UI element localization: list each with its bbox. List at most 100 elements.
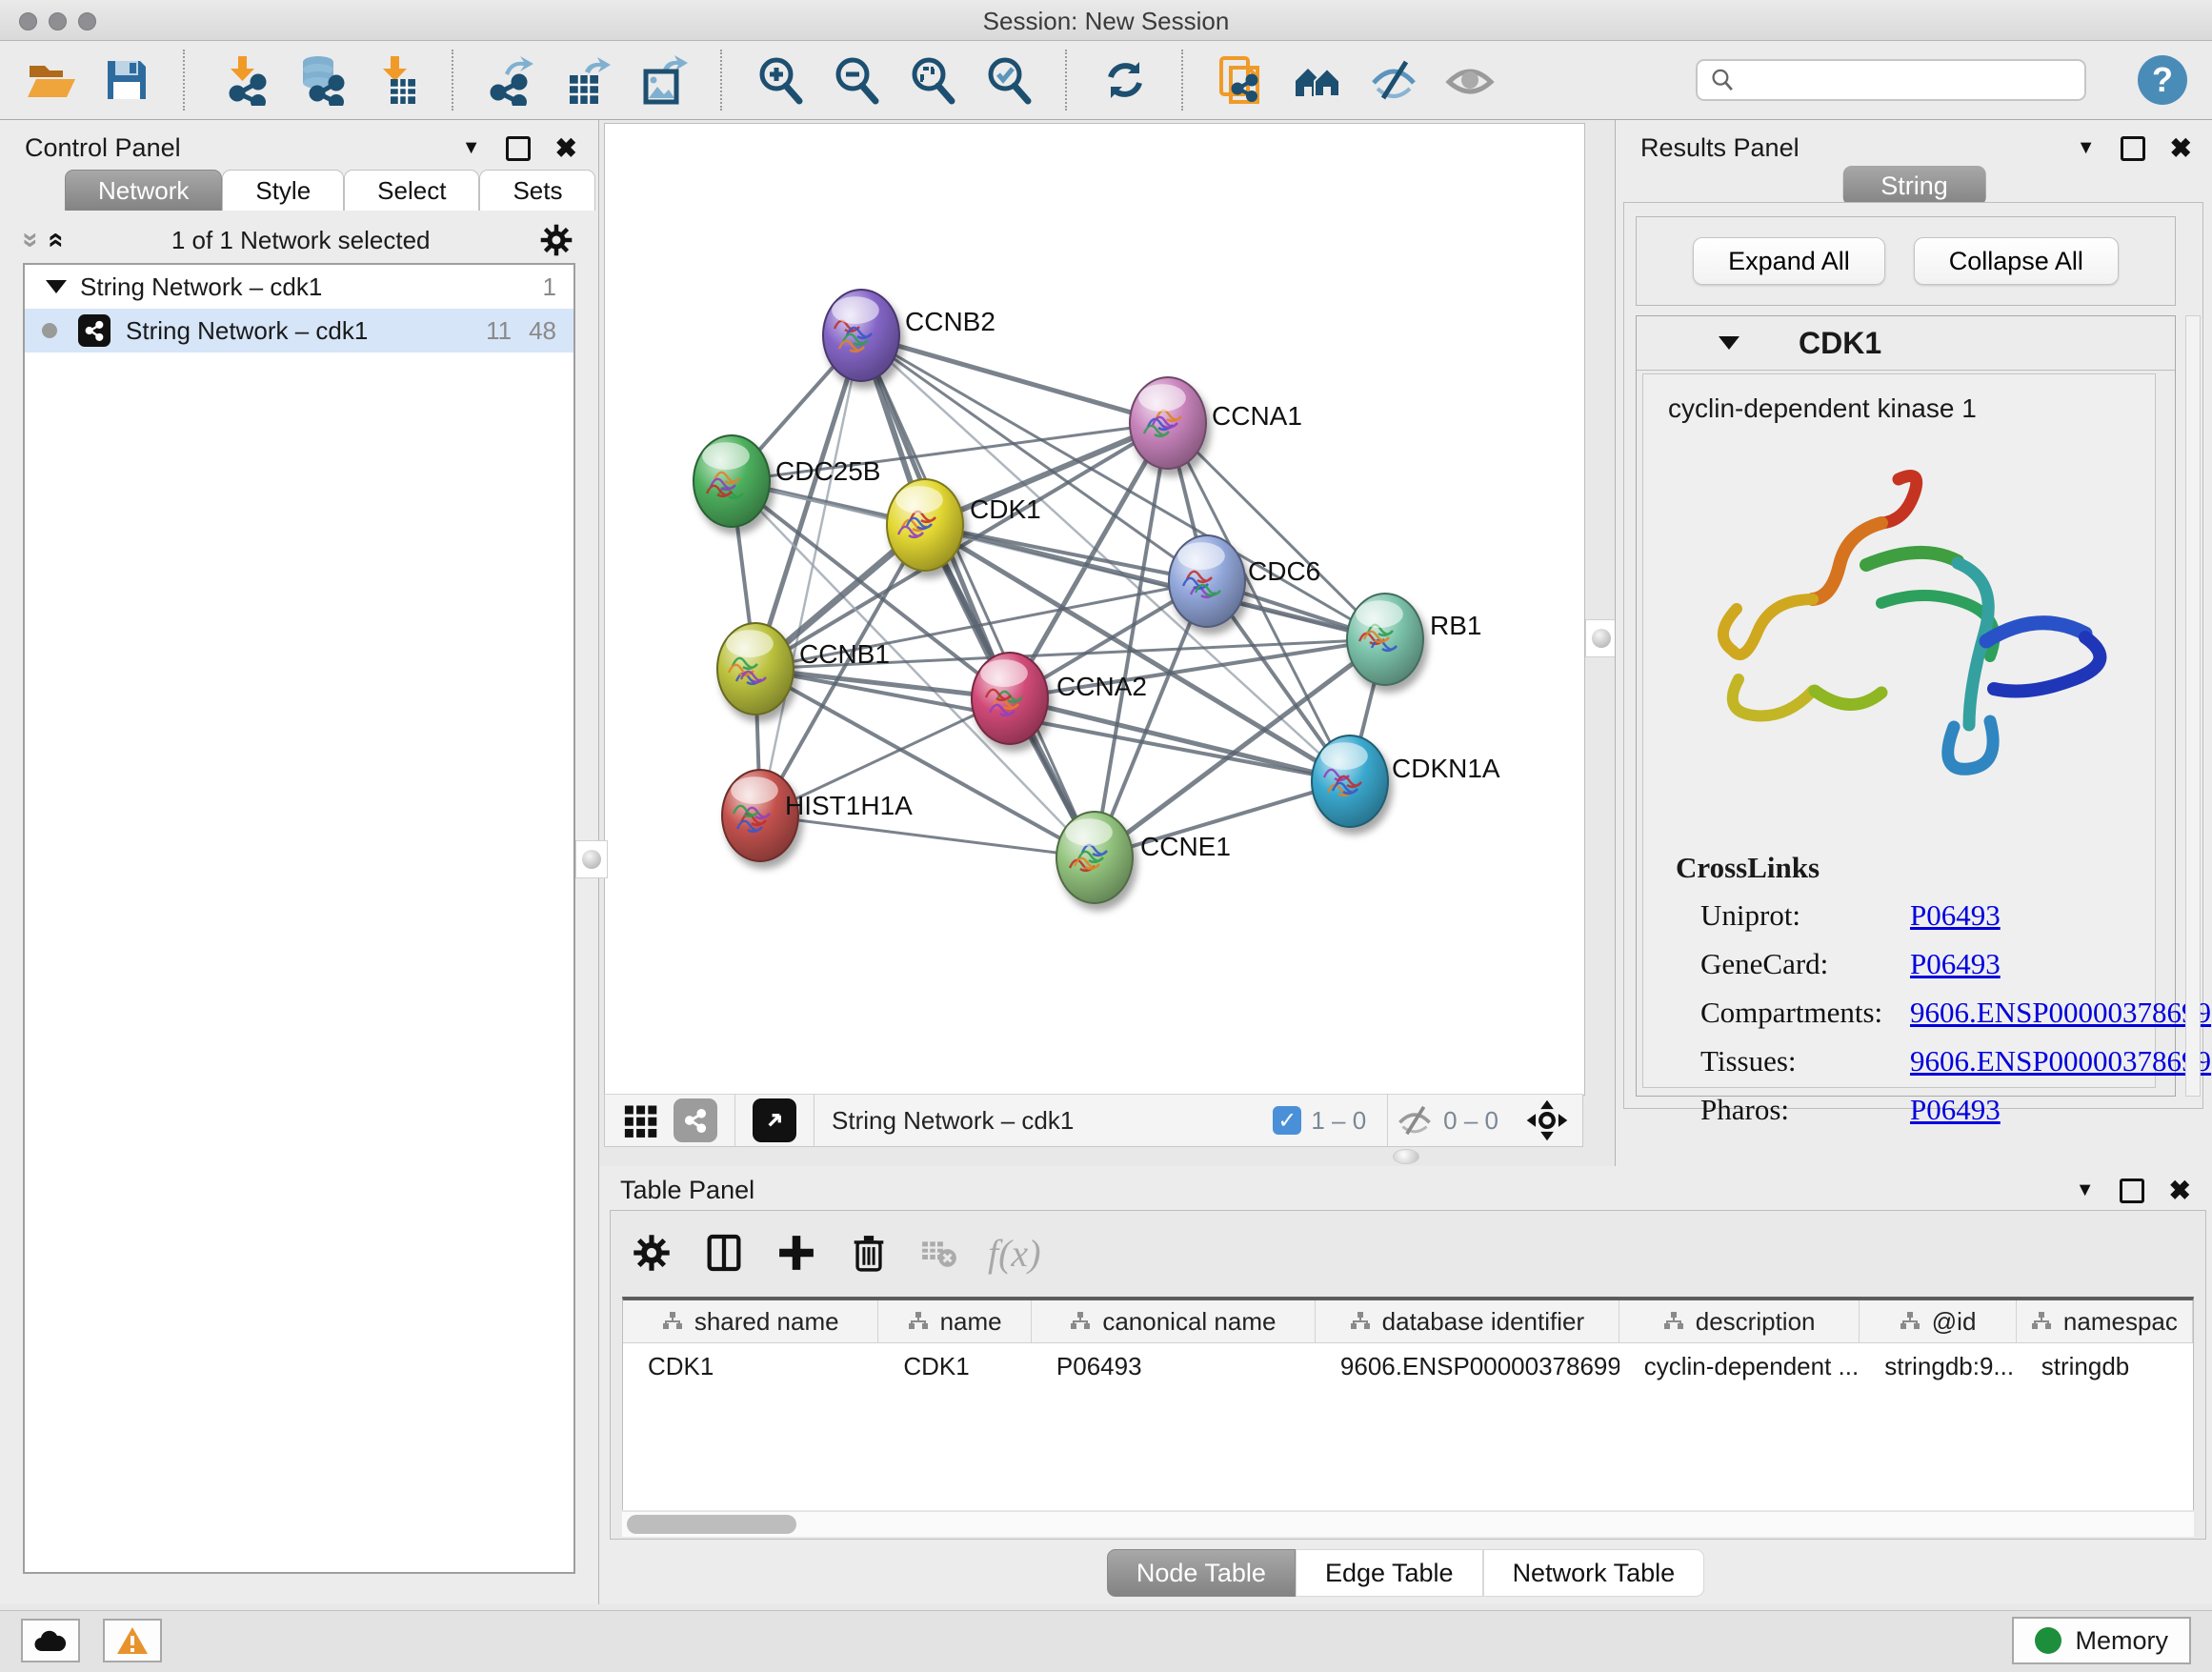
network-collection-row[interactable]: String Network – cdk1 1: [25, 265, 573, 309]
network-canvas[interactable]: CCNB2CCNA1CDC25BCDK1CDC6RB1CCNB1CCNA2CDK…: [604, 123, 1585, 1096]
fit-crosshair-icon[interactable]: [1525, 1098, 1569, 1142]
save-session-icon[interactable]: [101, 54, 152, 106]
zoom-selected-icon[interactable]: [983, 54, 1035, 106]
tab-sets[interactable]: Sets: [479, 170, 595, 211]
expand-all-button[interactable]: Expand All: [1693, 237, 1885, 285]
zoom-in-icon[interactable]: [754, 54, 806, 106]
network-edge[interactable]: [861, 335, 1095, 857]
collapse-section-icon[interactable]: [1719, 336, 1739, 350]
hidden-eye-slash-icon[interactable]: [1396, 1101, 1434, 1139]
warnings-button[interactable]: [103, 1619, 162, 1662]
zoom-out-icon[interactable]: [831, 54, 882, 106]
network-edge[interactable]: [760, 335, 861, 816]
tab-network-table[interactable]: Network Table: [1483, 1549, 1705, 1597]
string-network-graph[interactable]: CCNB2CCNA1CDC25BCDK1CDC6RB1CCNB1CCNA2CDK…: [605, 124, 1584, 1095]
table-cell[interactable]: cyclin-dependent ...: [1619, 1343, 1860, 1389]
table-row[interactable]: CDK1CDK1P064939606.ENSP00000378699cyclin…: [623, 1343, 2193, 1389]
maximize-panel-icon[interactable]: [2120, 1178, 2144, 1203]
splitter-handle[interactable]: [1393, 1149, 1419, 1164]
table-horizontal-scrollbar[interactable]: [622, 1511, 2194, 1537]
help-button[interactable]: ?: [2138, 55, 2187, 105]
crosslink-link[interactable]: P06493: [1910, 947, 2001, 981]
network-node-cdc25b[interactable]: [694, 435, 770, 527]
tab-network[interactable]: Network: [65, 170, 222, 211]
detach-view-icon[interactable]: [753, 1098, 796, 1142]
network-node-ccne1[interactable]: [1056, 812, 1133, 903]
column-header[interactable]: shared name: [623, 1300, 878, 1342]
network-edge[interactable]: [755, 335, 861, 669]
cloud-button[interactable]: [21, 1619, 80, 1662]
column-header[interactable]: namespac: [2017, 1300, 2193, 1342]
crosslink-link[interactable]: P06493: [1910, 898, 2001, 933]
tab-string[interactable]: String: [1842, 166, 1986, 206]
network-node-cdk1[interactable]: [887, 479, 963, 571]
tab-node-table[interactable]: Node Table: [1107, 1549, 1296, 1597]
export-image-icon[interactable]: [638, 54, 690, 106]
network-node-rb1[interactable]: [1347, 594, 1423, 685]
double-house-icon[interactable]: [1292, 54, 1343, 106]
table-cell[interactable]: CDK1: [623, 1343, 878, 1389]
memory-button[interactable]: Memory: [2012, 1617, 2191, 1664]
import-network-database-icon[interactable]: [293, 54, 345, 106]
show-eye-icon[interactable]: [1444, 54, 1496, 106]
float-panel-icon[interactable]: ▼: [2077, 137, 2096, 159]
table-cell[interactable]: P06493: [1032, 1343, 1316, 1389]
column-header[interactable]: @id: [1860, 1300, 2016, 1342]
maximize-panel-icon[interactable]: [506, 136, 531, 161]
left-splitter-handle[interactable]: [575, 840, 608, 878]
network-row[interactable]: String Network – cdk1 11 48: [25, 309, 573, 353]
column-header[interactable]: canonical name: [1032, 1300, 1316, 1342]
grid-view-icon[interactable]: [620, 1099, 662, 1141]
function-builder-icon[interactable]: f(x): [988, 1231, 1041, 1276]
crosslink-link[interactable]: P06493: [1910, 1093, 2001, 1127]
column-header[interactable]: database identifier: [1316, 1300, 1619, 1342]
table-cell[interactable]: stringdb: [2017, 1343, 2193, 1389]
network-node-cdc6[interactable]: [1169, 535, 1245, 627]
table-cell[interactable]: CDK1: [878, 1343, 1032, 1389]
tab-style[interactable]: Style: [222, 170, 344, 211]
network-node-ccnb2[interactable]: [823, 290, 899, 381]
gear-icon[interactable]: [630, 1231, 674, 1275]
refresh-view-icon[interactable]: [1099, 54, 1151, 106]
hide-selected-eye-slash-icon[interactable]: [1368, 54, 1419, 106]
export-network-icon[interactable]: [486, 54, 537, 106]
add-column-icon[interactable]: [774, 1231, 818, 1275]
network-node-cdkn1a[interactable]: [1312, 735, 1388, 827]
columns-icon[interactable]: [702, 1231, 746, 1275]
network-node-ccnb1[interactable]: [717, 623, 794, 715]
network-node-ccna1[interactable]: [1130, 377, 1206, 469]
close-panel-icon[interactable]: ✖: [2170, 139, 2192, 158]
column-header[interactable]: name: [878, 1300, 1031, 1342]
network-edge[interactable]: [760, 816, 1095, 857]
maximize-panel-icon[interactable]: [2121, 136, 2145, 161]
crosslink-link[interactable]: 9606.ENSP00000378699: [1910, 996, 2211, 1030]
network-edge[interactable]: [861, 335, 1168, 423]
string-documents-icon[interactable]: [1216, 54, 1267, 106]
selected-checkbox-icon[interactable]: ✓: [1273, 1106, 1301, 1135]
zoom-fit-icon[interactable]: [907, 54, 958, 106]
export-table-icon[interactable]: [562, 54, 613, 106]
open-session-icon[interactable]: [25, 54, 76, 106]
import-table-file-icon[interactable]: [370, 54, 421, 106]
tab-edge-table[interactable]: Edge Table: [1296, 1549, 1483, 1597]
collapse-all-button[interactable]: Collapse All: [1914, 237, 2119, 285]
expand-all-icon[interactable]: «: [40, 232, 72, 249]
search-input[interactable]: [1736, 66, 2073, 94]
results-scrollbar[interactable]: [2185, 315, 2201, 1097]
network-node-ccna2[interactable]: [972, 653, 1048, 744]
collapse-tree-icon[interactable]: [46, 280, 67, 293]
close-panel-icon[interactable]: ✖: [2169, 1181, 2191, 1200]
delete-column-icon[interactable]: [847, 1231, 891, 1275]
gear-icon[interactable]: [537, 221, 575, 259]
crosslink-link[interactable]: 9606.ENSP00000378699: [1910, 1044, 2211, 1078]
table-cell[interactable]: stringdb:9...: [1860, 1343, 2016, 1389]
float-panel-icon[interactable]: ▼: [2076, 1179, 2095, 1201]
column-header[interactable]: description: [1619, 1300, 1860, 1342]
import-network-file-icon[interactable]: [217, 54, 269, 106]
tab-select[interactable]: Select: [344, 170, 479, 211]
scrollbar-thumb[interactable]: [627, 1515, 796, 1534]
table-cell[interactable]: 9606.ENSP00000378699: [1316, 1343, 1619, 1389]
close-panel-icon[interactable]: ✖: [555, 139, 577, 158]
network-view-icon[interactable]: [674, 1098, 717, 1142]
gene-section-header[interactable]: CDK1: [1637, 316, 2175, 371]
